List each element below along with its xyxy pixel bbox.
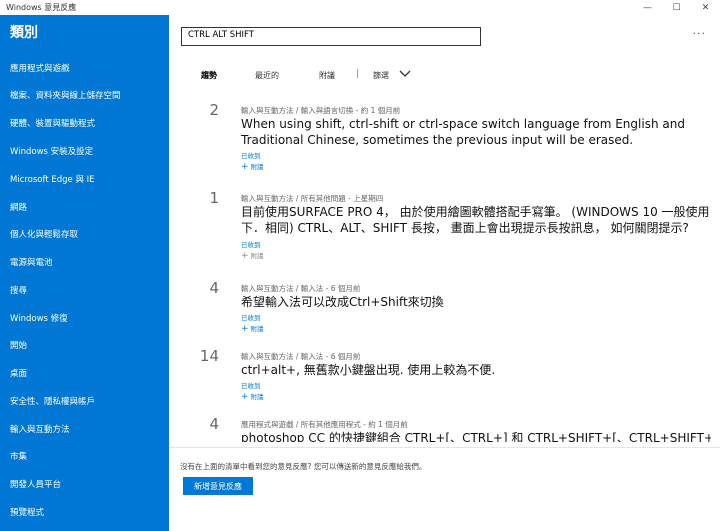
- plus-icon: +: [241, 392, 249, 402]
- item-category: 輸入與互動方法 / 輸入法 - 6 個月前: [241, 352, 361, 361]
- vote-count: 1: [209, 189, 219, 207]
- plus-icon: +: [241, 251, 249, 261]
- sidebar-item-input-interaction[interactable]: 輸入與互動方法: [10, 423, 70, 435]
- sidebar-item-personalization[interactable]: 個人化與輕鬆存取: [10, 228, 78, 240]
- attach-button[interactable]: + 附議: [241, 250, 264, 261]
- new-feedback-button[interactable]: 新增意見反應: [183, 477, 253, 495]
- sidebar-item-store[interactable]: 市集: [10, 450, 27, 462]
- sidebar-title: 類別: [10, 25, 38, 41]
- vote-count: 4: [209, 279, 219, 297]
- maximize-button[interactable]: ☐: [662, 0, 691, 15]
- item-title[interactable]: 希望輸入法可以改成Ctrl+Shift來切換: [241, 294, 711, 310]
- sidebar-item-power-battery[interactable]: 電源與電池: [10, 256, 53, 268]
- category-sidebar: 類別 應用程式與遊戲 檔案、資料夾與線上儲存空間 硬體、裝置與驅動程式 Wind…: [0, 15, 169, 531]
- tab-recent[interactable]: 最近的: [255, 70, 279, 81]
- item-title[interactable]: photoshop CC 的快捷鍵組合 CTRL+[、CTRL+] 和 CTRL…: [241, 430, 711, 442]
- plus-icon: +: [241, 324, 249, 334]
- tab-attachments[interactable]: 附議: [319, 70, 335, 81]
- item-category: 輸入與互動方法 / 輸入與語言切換 - 約 1 個月前: [241, 106, 401, 115]
- item-category: 應用程式與遊戲 / 所有其他應用程式 - 約 1 個月前: [241, 420, 408, 429]
- sidebar-item-windows-setup[interactable]: Windows 安裝及設定: [10, 145, 93, 157]
- item-title[interactable]: ctrl+alt+, 無舊款小鍵盤出現. 使用上較為不便.: [241, 362, 711, 378]
- status-badge: 已收到: [241, 314, 261, 322]
- status-badge: 已收到: [241, 241, 261, 249]
- window-controls: — ☐ ✕: [633, 0, 720, 15]
- vote-count: 14: [199, 347, 219, 365]
- item-title[interactable]: 目前使用SURFACE PRO 4， 由於使用繪圖軟體搭配手寫筆。 (WINDO…: [241, 204, 711, 236]
- sidebar-item-search[interactable]: 搜尋: [10, 284, 27, 296]
- sidebar-item-edge-ie[interactable]: Microsoft Edge 與 IE: [10, 173, 95, 185]
- vote-count: 4: [209, 415, 219, 433]
- item-title[interactable]: When using shift, ctrl-shift or ctrl-spa…: [241, 116, 711, 148]
- attach-button[interactable]: + 附議: [241, 161, 264, 172]
- plus-icon: +: [241, 162, 249, 172]
- sidebar-item-developer-platform[interactable]: 開發人員平台: [10, 478, 61, 490]
- sort-tabs: 趨勢 最近的 附議 | 篩選: [169, 68, 720, 86]
- sidebar-item-start[interactable]: 開始: [10, 339, 27, 351]
- attach-button[interactable]: + 附議: [241, 323, 264, 334]
- feedback-list: 2 輸入與互動方法 / 輸入與語言切換 - 約 1 個月前 When using…: [169, 97, 720, 442]
- tab-trending[interactable]: 趨勢: [201, 70, 217, 81]
- search-input[interactable]: CTRL ALT SHIFT: [181, 27, 481, 46]
- status-badge: 已收到: [241, 152, 261, 160]
- sidebar-item-desktop[interactable]: 桌面: [10, 367, 27, 379]
- sidebar-item-hardware[interactable]: 硬體、裝置與驅動程式: [10, 117, 95, 129]
- attach-button[interactable]: + 附議: [241, 391, 264, 402]
- item-category: 輸入與互動方法 / 輸入法 - 6 個月前: [241, 284, 361, 293]
- footer-divider: [169, 447, 720, 448]
- main-pane: CTRL ALT SHIFT ··· 趨勢 最近的 附議 | 篩選 2 輸入與互…: [169, 15, 720, 531]
- minimize-button[interactable]: —: [633, 0, 662, 15]
- sidebar-item-files-storage[interactable]: 檔案、資料夾與線上儲存空間: [10, 89, 121, 101]
- close-button[interactable]: ✕: [691, 0, 720, 15]
- sidebar-item-security-privacy[interactable]: 安全性、隱私權與帳戶: [10, 395, 95, 407]
- tab-filter[interactable]: 篩選: [373, 70, 389, 81]
- footer-prompt: 沒有在上面的清單中看到您的意見反應? 您可以傳送新的意見反應給我們。: [180, 462, 427, 471]
- sidebar-item-windows-repair[interactable]: Windows 修復: [10, 312, 68, 324]
- sidebar-item-apps-games[interactable]: 應用程式與遊戲: [10, 62, 70, 74]
- sidebar-item-network[interactable]: 網路: [10, 201, 27, 213]
- more-options-button[interactable]: ···: [693, 27, 707, 40]
- item-category: 輸入與互動方法 / 所有其他問題 - 上星期四: [241, 194, 384, 203]
- status-badge: 已收到: [241, 382, 261, 390]
- sidebar-item-preview-apps[interactable]: 預覽程式: [10, 506, 44, 518]
- tab-separator: |: [356, 69, 360, 79]
- title-bar: Windows 意見反應 — ☐ ✕: [0, 0, 720, 15]
- app-title: Windows 意見反應: [6, 3, 77, 12]
- vote-count: 2: [209, 101, 219, 119]
- chevron-down-icon[interactable]: [399, 68, 411, 80]
